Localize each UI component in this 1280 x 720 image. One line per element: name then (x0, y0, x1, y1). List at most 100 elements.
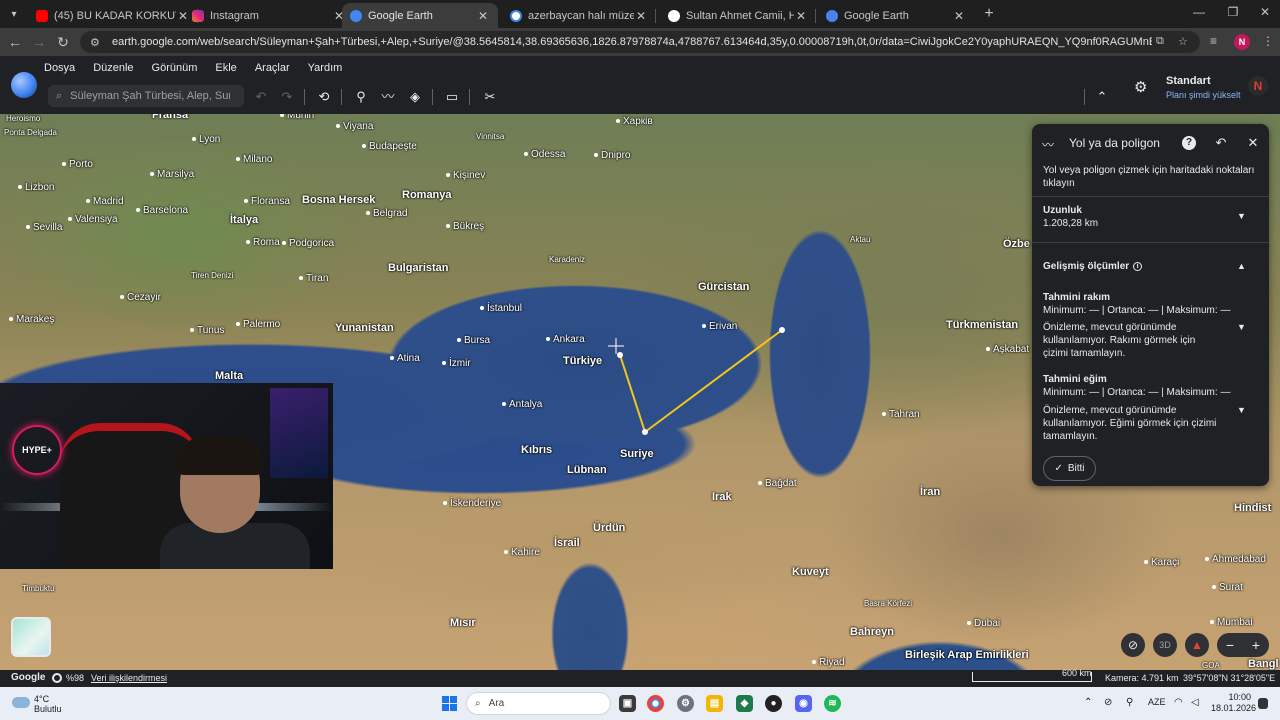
advanced-measurements-label[interactable]: Gelişmiş ölçümler i (1043, 261, 1143, 272)
done-button[interactable]: ✓ Bitti (1043, 456, 1096, 481)
reload-button[interactable]: ↻ (54, 33, 72, 51)
map-label-viyana[interactable]: Viyana (336, 121, 373, 132)
earth-search-input[interactable]: ⌕ Süleyman Şah Türbesi, Alep, Suriye (48, 85, 244, 107)
map-label-i-stanbul[interactable]: İstanbul (480, 303, 522, 314)
map-label-bursa[interactable]: Bursa (457, 335, 490, 346)
new-tab-button[interactable]: + (980, 5, 998, 23)
discord-icon[interactable]: ◉ (795, 695, 812, 712)
map-label-hindist[interactable]: Hindist (1234, 502, 1271, 514)
map-label-karaçi[interactable]: Karaçi (1144, 557, 1179, 568)
map-label-vinnitsa[interactable]: Vinnitsa (476, 132, 504, 141)
tab-google-search[interactable]: azerbaycan halı müzesi - Googl ✕ (502, 3, 656, 28)
map-label-podgorica[interactable]: Podgorica (282, 238, 334, 249)
map-label-tiren-denizi[interactable]: Tiren Denizi (191, 271, 233, 280)
chevron-up-icon[interactable]: ▲ (1237, 261, 1246, 271)
close-icon[interactable]: ✕ (1245, 135, 1261, 151)
map-label-porto[interactable]: Porto (62, 159, 93, 170)
redo-icon[interactable]: ↷ (278, 88, 296, 106)
elevation-dropdown-icon[interactable]: ▼ (1237, 322, 1246, 332)
map-label-dnipro[interactable]: Dnipro (594, 150, 630, 161)
history-icon[interactable]: ⟲ (315, 88, 333, 106)
restore-button[interactable]: ❐ (1224, 5, 1242, 19)
input-language[interactable]: AZE (1148, 697, 1166, 707)
map-label-lyon[interactable]: Lyon (192, 134, 220, 145)
map-label-roma[interactable]: Roma (246, 237, 280, 248)
map-label-heroismo[interactable]: Heroismo (6, 114, 40, 123)
map-label-türkmenistan[interactable]: Türkmenistan (946, 319, 1018, 331)
map-label-fransa[interactable]: Fransa (152, 114, 188, 121)
map-label-basra-körfezi[interactable]: Basra Körfezi (864, 599, 912, 608)
map-label-kıbrıs[interactable]: Kıbrıs (521, 444, 552, 456)
map-label-türkiye[interactable]: Türkiye (563, 355, 602, 367)
menu-edit[interactable]: Düzenle (93, 62, 133, 74)
map-label-karadeniz[interactable]: Karadeniz (549, 255, 585, 264)
map-label-yunanistan[interactable]: Yunanistan (335, 322, 394, 334)
map-label-odessa[interactable]: Odessa (524, 149, 565, 160)
notification-bell-icon[interactable] (1258, 698, 1268, 709)
map-label-aktau[interactable]: Aktau (850, 235, 870, 244)
bookmark-star-icon[interactable]: ☆ (1178, 35, 1188, 48)
map-label-münih[interactable]: Münih (280, 114, 314, 121)
map-label-malta[interactable]: Malta (215, 370, 243, 382)
map-label-i-srail[interactable]: İsrail (554, 537, 580, 549)
map-label-budapeşte[interactable]: Budapeşte (362, 141, 417, 152)
map-label-lübnan[interactable]: Lübnan (567, 464, 607, 476)
microphone-icon[interactable]: ⚲ (1126, 697, 1133, 708)
app-icon[interactable]: ◆ (736, 695, 753, 712)
map-label-irak[interactable]: Irak (712, 491, 732, 503)
minimize-button[interactable]: — (1190, 5, 1208, 19)
map-label-marakeş[interactable]: Marakeş (9, 314, 54, 325)
map-layer-thumbnail[interactable] (11, 617, 51, 657)
info-icon[interactable]: i (1133, 261, 1143, 271)
projects-icon[interactable]: ✂ (481, 88, 499, 106)
map-label-i-talya[interactable]: İtalya (230, 214, 258, 226)
profile-avatar[interactable]: N (1234, 34, 1250, 50)
tray-app-icon[interactable]: ⊘ (1104, 697, 1112, 708)
menu-tools[interactable]: Araçlar (255, 62, 290, 74)
map-label-suriye[interactable]: Suriye (620, 448, 654, 460)
map-label--[interactable]: Харків (616, 116, 653, 127)
map-label-kahire[interactable]: Kahire (504, 547, 540, 558)
map-label-birleşik-arap-emirlikleri[interactable]: Birleşik Arap Emirlikleri (905, 649, 1029, 661)
spotify-icon[interactable]: ≋ (824, 695, 841, 712)
map-label-ankara[interactable]: Ankara (546, 334, 585, 345)
map-label-i-zmir[interactable]: İzmir (442, 358, 471, 369)
chrome-menu-icon[interactable]: ⋮ (1262, 34, 1274, 48)
undo-icon[interactable]: ↶ (252, 88, 270, 106)
collapse-toolbar-icon[interactable]: ⌃ (1093, 88, 1111, 106)
map-label-cezayir[interactable]: Cezayir (120, 292, 161, 303)
map-label-bükreş[interactable]: Bükreş (446, 221, 484, 232)
tab-google-earth[interactable]: Google Earth ✕ (818, 3, 974, 28)
wifi-icon[interactable]: ◠ (1174, 697, 1183, 708)
map-label-goa[interactable]: GOA (1202, 661, 1220, 670)
address-bar[interactable]: ⚙ earth.google.com/web/search/Süleyman+Ş… (80, 31, 1200, 53)
back-button[interactable]: ← (6, 33, 24, 51)
map-label-barselona[interactable]: Barselona (136, 205, 188, 216)
map-label-mumbai[interactable]: Mumbai (1210, 617, 1253, 628)
plan-upgrade-link[interactable]: Planı şimdi yükselt (1166, 90, 1241, 100)
menu-file[interactable]: Dosya (44, 62, 75, 74)
obs-icon[interactable]: ● (765, 695, 782, 712)
close-window-button[interactable]: ✕ (1256, 5, 1274, 19)
file-explorer-icon[interactable]: ▤ (706, 695, 723, 712)
tab-search-button[interactable]: ▾ (4, 4, 24, 24)
map-label-bağdat[interactable]: Bağdat (758, 478, 797, 489)
map-label-ponta-delgada[interactable]: Ponta Delgada (4, 128, 57, 137)
map-label-madrid[interactable]: Madrid (86, 196, 124, 207)
map-label-belgrad[interactable]: Belgrad (366, 208, 407, 219)
tray-chevron-icon[interactable]: ⌃ (1084, 697, 1092, 708)
map-label-tunus[interactable]: Tunus (190, 325, 224, 336)
map-label-bangl[interactable]: Bangl (1248, 658, 1279, 670)
map-label-atina[interactable]: Atina (390, 353, 420, 364)
unit-dropdown-icon[interactable]: ▼ (1237, 211, 1246, 221)
map-label-i-ran[interactable]: İran (920, 486, 940, 498)
open-in-app-icon[interactable]: ⧉ (1156, 35, 1164, 48)
undo-point-icon[interactable]: ↶ (1213, 135, 1229, 151)
map-label-kuveyt[interactable]: Kuveyt (792, 566, 829, 578)
map-label-özbe[interactable]: Özbe (1003, 238, 1030, 250)
start-button[interactable] (442, 696, 457, 711)
path-polygon-icon[interactable]: 〰 (379, 88, 397, 106)
toggle-3d-button[interactable]: 3D (1153, 633, 1177, 657)
settings-icon[interactable]: ⚙ (677, 695, 694, 712)
map-label-floransa[interactable]: Floransa (244, 196, 290, 207)
